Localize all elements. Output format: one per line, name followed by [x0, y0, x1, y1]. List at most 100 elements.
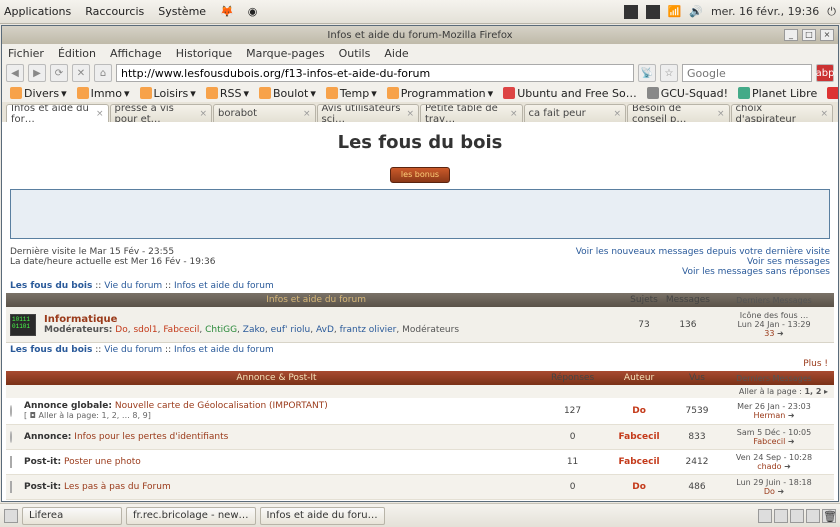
menu-systeme[interactable]: Système [158, 5, 206, 18]
home-button[interactable]: ⌂ [94, 64, 112, 82]
topic-row[interactable]: Annonce globale: Nouvelle carte de Géolo… [6, 398, 834, 425]
workspace-1[interactable] [758, 509, 772, 523]
forum-icon: 1011101101 [10, 314, 36, 336]
tab-7[interactable]: choix d'aspirateur× [731, 104, 834, 122]
link-new-msgs[interactable]: Voir les nouveaux messages depuis votre … [576, 247, 830, 257]
tab-6[interactable]: Besoin de conseil p…× [627, 104, 730, 122]
workspace-4[interactable] [806, 509, 820, 523]
window-minimize[interactable]: _ [784, 29, 798, 41]
section-header: Infos et aide du forum [6, 293, 626, 307]
menu-raccourcis[interactable]: Raccourcis [85, 5, 144, 18]
tab-strip: Infos et aide du for…× presse à vis pour… [2, 102, 838, 122]
bookmark-loisirs[interactable]: Loisirs▾ [136, 87, 200, 100]
ad-banner[interactable] [10, 189, 830, 239]
bookmark-temp[interactable]: Temp▾ [322, 87, 381, 100]
back-button[interactable]: ◀ [6, 64, 24, 82]
menu-edition[interactable]: Édition [58, 47, 96, 60]
gnome-bottom-panel: Liferea fr.rec.bricolage - new… Infos et… [0, 503, 840, 527]
trash-icon[interactable]: 🗑 [822, 509, 836, 523]
tab-2[interactable]: borabot× [213, 104, 316, 122]
menu-historique[interactable]: Historique [176, 47, 232, 60]
search-input[interactable] [682, 64, 812, 82]
menu-marquepages[interactable]: Marque-pages [246, 47, 324, 60]
tray-indicator-2[interactable] [646, 5, 660, 19]
network-icon[interactable]: 📶 [668, 5, 682, 18]
category-link[interactable]: Informatique [44, 314, 117, 325]
bookmark-star-icon[interactable]: ☆ [660, 64, 678, 82]
system-menu: Applications Raccourcis Système 🦊 ◉ [4, 5, 257, 18]
topic-link[interactable]: Nouvelle carte de Géolocalisation (IMPOR… [115, 401, 328, 411]
last-post: Icône des fous …Lun 24 Jan - 13:2933 ➜ [714, 307, 834, 343]
task-liferea[interactable]: Liferea [22, 507, 122, 525]
bookmark-gcu[interactable]: GCU-Squad! [643, 87, 732, 100]
task-bricolage[interactable]: fr.rec.bricolage - new… [126, 507, 256, 525]
topic-row[interactable]: Post-it: Poster une photo11Fabcecil2412V… [6, 450, 834, 475]
tab-close-icon[interactable]: × [96, 109, 104, 119]
bookmark-rss[interactable]: RSS▾ [202, 87, 253, 100]
firefox-window: Infos et aide du forum-Mozilla Firefox _… [1, 25, 839, 502]
clock[interactable]: mer. 16 févr., 19:36 [711, 5, 819, 18]
last-visit: Dernière visite le Mar 15 Fév - 23:55 [10, 247, 215, 257]
topic-link[interactable]: Infos pour les pertes d'identifiants [74, 432, 228, 442]
current-time: La date/heure actuelle est Mer 16 Fév - … [10, 257, 215, 267]
menu-fichier[interactable]: Fichier [8, 47, 44, 60]
bookmark-prog[interactable]: Programmation▾ [383, 87, 497, 100]
post-count: 136 [662, 307, 714, 343]
topic-row[interactable]: Annonce: Infos pour les pertes d'identif… [6, 425, 834, 450]
window-maximize[interactable]: □ [802, 29, 816, 41]
menu-applications[interactable]: Applications [4, 5, 71, 18]
app-icon[interactable]: ◉ [248, 5, 258, 18]
volume-icon[interactable]: 🔊 [689, 5, 703, 18]
bonus-button[interactable]: les bonus [390, 167, 450, 183]
bookmark-boulot[interactable]: Boulot▾ [255, 87, 320, 100]
breadcrumb-2nd: Les fous du bois :: Vie du forum :: Info… [6, 343, 834, 357]
link-no-reply[interactable]: Voir les messages sans réponses [682, 267, 830, 277]
link-your-msgs[interactable]: Voir ses messages [747, 257, 830, 267]
bookmark-planet[interactable]: Planet Libre [734, 87, 821, 100]
adblock-icon[interactable]: abp [816, 64, 834, 82]
topic-row[interactable]: Post-it: Les pas à pas du Forum0Do486Lun… [6, 475, 834, 500]
menu-affichage[interactable]: Affichage [110, 47, 162, 60]
menu-aide[interactable]: Aide [384, 47, 408, 60]
tab-5[interactable]: ca fait peur× [524, 104, 627, 122]
bookmark-divers[interactable]: Divers▾ [6, 87, 71, 100]
bookmark-gmail[interactable]: Gmail : la messagerie … [823, 87, 839, 100]
window-close[interactable]: × [820, 29, 834, 41]
bookmark-ubuntu[interactable]: Ubuntu and Free So… [499, 87, 641, 100]
tab-4[interactable]: Petite table de trav…× [420, 104, 523, 122]
topic-link[interactable]: Les pas à pas du Forum [64, 482, 171, 492]
rss-icon[interactable]: 📡 [638, 64, 656, 82]
topic-row[interactable]: Post-it: Pour gérer votre compte SERVIMG… [6, 500, 834, 503]
page-content[interactable]: Les fous du bois les bonus Dernière visi… [2, 122, 838, 502]
topic-count: 73 [626, 307, 662, 343]
forward-button[interactable]: ▶ [28, 64, 46, 82]
pager: Aller à la page : 1, 2 ▸ [6, 385, 834, 398]
tab-0[interactable]: Infos et aide du for…× [6, 104, 109, 122]
breadcrumb-2[interactable]: Infos et aide du forum [174, 281, 274, 291]
reload-button[interactable]: ⟳ [50, 64, 68, 82]
workspace-3[interactable] [790, 509, 804, 523]
window-title: Infos et aide du forum-Mozilla Firefox [327, 30, 512, 41]
breadcrumb-root[interactable]: Les fous du bois [10, 281, 92, 291]
show-desktop-button[interactable] [4, 509, 18, 523]
menu-outils[interactable]: Outils [339, 47, 371, 60]
breadcrumb: Les fous du bois :: Vie du forum :: Info… [6, 279, 834, 293]
forum-title: Les fous du bois [6, 132, 834, 153]
breadcrumb-1[interactable]: Vie du forum [104, 281, 162, 291]
plus-link[interactable]: Plus ! [803, 359, 828, 369]
stop-button[interactable]: ✕ [72, 64, 90, 82]
shutdown-icon[interactable]: ⏻ [827, 5, 836, 19]
tab-1[interactable]: presse à vis pour et…× [110, 104, 213, 122]
firefox-icon[interactable]: 🦊 [220, 5, 234, 18]
topic-link[interactable]: Poster une photo [64, 457, 141, 467]
task-firefox[interactable]: Infos et aide du foru… [260, 507, 385, 525]
navigation-toolbar: ◀ ▶ ⟳ ✕ ⌂ 📡 ☆ abp [2, 62, 838, 84]
url-input[interactable] [116, 64, 634, 82]
bookmark-immo[interactable]: Immo▾ [73, 87, 134, 100]
tab-3[interactable]: Avis utilisateurs sci…× [317, 104, 420, 122]
firefox-menubar: Fichier Édition Affichage Historique Mar… [2, 44, 838, 62]
tray-indicator-1[interactable] [624, 5, 638, 19]
window-titlebar[interactable]: Infos et aide du forum-Mozilla Firefox _… [2, 26, 838, 44]
bookmarks-toolbar: Divers▾ Immo▾ Loisirs▾ RSS▾ Boulot▾ Temp… [2, 84, 838, 102]
workspace-2[interactable] [774, 509, 788, 523]
